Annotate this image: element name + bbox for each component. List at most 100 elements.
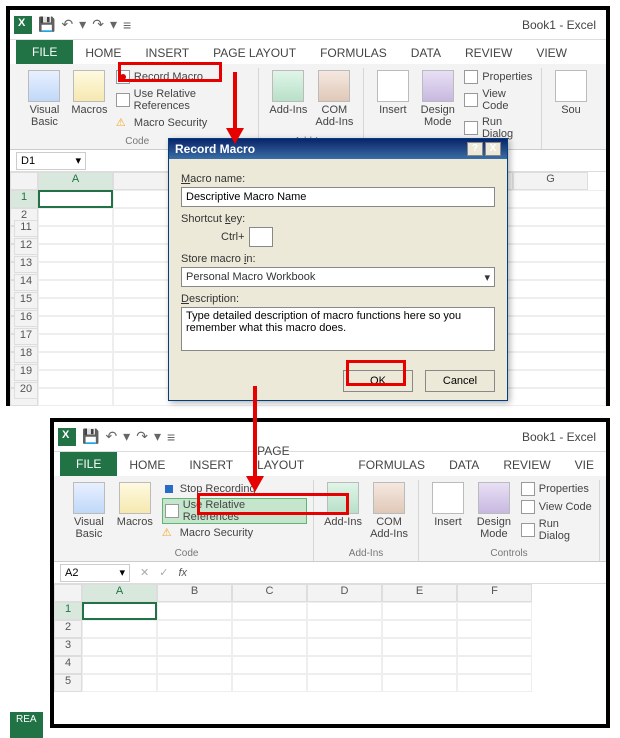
tab-file[interactable]: FILE [16, 40, 73, 64]
properties-button[interactable]: Properties [521, 480, 593, 498]
addins-button[interactable]: Add-Ins [265, 68, 311, 134]
cell[interactable] [382, 674, 457, 692]
row-header[interactable]: 2 [54, 620, 82, 638]
row-header[interactable]: 20 [14, 382, 38, 399]
view-code-button[interactable]: View Code [464, 86, 535, 114]
row-header[interactable]: 12 [14, 238, 38, 255]
name-box-dropdown-icon[interactable]: ▾ [119, 566, 125, 579]
cell[interactable] [157, 620, 232, 638]
undo-icon[interactable]: ↶ [61, 16, 73, 33]
tab-view[interactable]: VIE [563, 454, 606, 476]
save-icon[interactable]: 💾 [38, 16, 55, 33]
shortcut-key-input[interactable] [249, 227, 273, 247]
properties-button[interactable]: Properties [464, 68, 535, 86]
cell[interactable] [38, 262, 113, 280]
tab-formulas[interactable]: FORMULAS [346, 454, 437, 476]
store-macro-select[interactable]: Personal Macro Workbook ▾ [181, 267, 495, 287]
visual-basic-button[interactable]: Visual Basic [66, 480, 112, 546]
cell[interactable] [457, 620, 532, 638]
cell[interactable] [82, 656, 157, 674]
qat-customize-icon[interactable]: ≡ [167, 429, 175, 445]
run-dialog-button[interactable]: Run Dialog [521, 516, 593, 544]
name-box-dropdown-icon[interactable]: ▾ [75, 154, 81, 167]
insert-button[interactable]: Insert [370, 68, 415, 142]
cell[interactable] [38, 280, 113, 298]
spreadsheet-grid-2[interactable]: A B C D E F 12345 [54, 584, 606, 692]
use-relative-button-active[interactable]: Use Relative References [162, 498, 307, 524]
undo-dropdown-icon[interactable]: ▾ [79, 16, 86, 33]
stop-recording-button[interactable]: Stop Recording [162, 480, 307, 498]
tab-insert[interactable]: INSERT [133, 42, 201, 64]
cell[interactable] [38, 226, 113, 244]
row-header[interactable]: 14 [14, 274, 38, 291]
col-header-a[interactable]: A [82, 584, 157, 602]
row-header[interactable]: 11 [14, 220, 38, 237]
com-addins-button[interactable]: COM Add-Ins [366, 480, 412, 546]
formula-cancel-icon[interactable]: ✕ [140, 566, 149, 579]
redo-dropdown-icon[interactable]: ▾ [154, 428, 161, 445]
name-box-2[interactable]: A2▾ [60, 564, 130, 582]
tab-data[interactable]: DATA [437, 454, 491, 476]
cell[interactable] [232, 620, 307, 638]
visual-basic-button[interactable]: Visual Basic [22, 68, 67, 134]
cell[interactable] [157, 656, 232, 674]
col-header-d[interactable]: D [307, 584, 382, 602]
undo-icon[interactable]: ↶ [105, 428, 117, 445]
tab-view[interactable]: VIEW [524, 42, 579, 64]
design-mode-button[interactable]: Design Mode [471, 480, 517, 546]
cell[interactable] [382, 638, 457, 656]
row-header[interactable]: 1 [10, 190, 38, 208]
cell[interactable] [38, 298, 113, 316]
macro-name-input[interactable] [181, 187, 495, 207]
cell[interactable] [38, 370, 113, 388]
cell[interactable] [82, 602, 157, 620]
tab-file[interactable]: FILE [60, 452, 117, 476]
col-header-a[interactable]: A [38, 172, 113, 190]
undo-dropdown-icon[interactable]: ▾ [123, 428, 130, 445]
cell[interactable] [457, 656, 532, 674]
cell[interactable] [307, 620, 382, 638]
row-header[interactable]: 19 [14, 364, 38, 381]
cell[interactable] [307, 638, 382, 656]
com-addins-button[interactable]: COM Add-Ins [311, 68, 357, 134]
cell[interactable] [382, 656, 457, 674]
cell[interactable] [82, 674, 157, 692]
dialog-close-button[interactable]: X [485, 142, 501, 156]
col-header-g[interactable]: G [513, 172, 588, 190]
save-icon[interactable]: 💾 [82, 428, 99, 445]
cell[interactable] [232, 602, 307, 620]
source-button[interactable]: Sou [548, 68, 594, 149]
row-header[interactable]: 4 [54, 656, 82, 674]
row-header[interactable]: 15 [14, 292, 38, 309]
col-header-b[interactable]: B [157, 584, 232, 602]
row-header[interactable]: 5 [54, 674, 82, 692]
macro-security-button[interactable]: ⚠ Macro Security [162, 524, 307, 542]
name-box[interactable]: D1▾ [16, 152, 86, 170]
tab-home[interactable]: HOME [73, 42, 133, 64]
cell[interactable] [457, 602, 532, 620]
row-header[interactable]: 17 [14, 328, 38, 345]
cell[interactable] [38, 334, 113, 352]
redo-icon[interactable]: ↷ [136, 428, 148, 445]
cell[interactable] [307, 674, 382, 692]
tab-data[interactable]: DATA [399, 42, 453, 64]
tab-formulas[interactable]: FORMULAS [308, 42, 399, 64]
cell[interactable] [457, 674, 532, 692]
cell[interactable] [38, 208, 113, 226]
formula-enter-icon[interactable]: ✓ [159, 566, 168, 579]
cell[interactable] [457, 638, 532, 656]
cell[interactable] [382, 602, 457, 620]
cell[interactable] [38, 352, 113, 370]
design-mode-button[interactable]: Design Mode [415, 68, 460, 142]
view-code-button[interactable]: View Code [521, 498, 593, 516]
cell[interactable] [157, 602, 232, 620]
cell[interactable] [82, 620, 157, 638]
col-header-f[interactable]: F [457, 584, 532, 602]
row-header[interactable]: 3 [54, 638, 82, 656]
row-header[interactable]: 16 [14, 310, 38, 327]
addins-button[interactable]: Add-Ins [320, 480, 366, 546]
tab-page-layout[interactable]: PAGE LAYOUT [201, 42, 308, 64]
cell[interactable] [232, 638, 307, 656]
tab-review[interactable]: REVIEW [453, 42, 524, 64]
cell[interactable] [82, 638, 157, 656]
